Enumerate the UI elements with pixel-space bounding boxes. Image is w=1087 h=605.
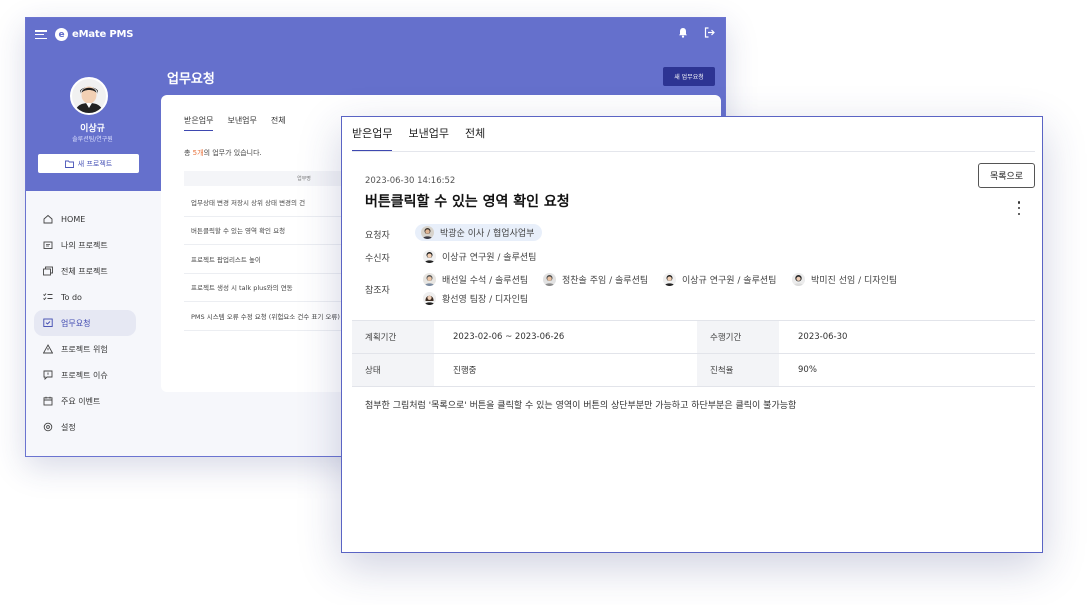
hamburger-menu-icon[interactable]: [35, 30, 47, 39]
request-count: 총 5개의 업무가 있습니다.: [184, 149, 262, 157]
requester-label: 요청자: [365, 231, 390, 241]
avatar: [423, 250, 436, 263]
sidebar-item-label: 전체 프로젝트: [61, 266, 108, 276]
sidebar-item-all-projects[interactable]: 전체 프로젝트: [34, 258, 154, 284]
sidebar-item-work-request[interactable]: 업무요청: [34, 310, 136, 336]
avatar: [70, 77, 108, 115]
cc-chip[interactable]: 박미진 선임 / 디자인팀: [792, 273, 897, 286]
avatar: [792, 273, 805, 286]
sidebar-item-label: 업무요청: [61, 318, 91, 328]
sidebar-item-label: 프로젝트 이슈: [61, 370, 108, 380]
gear-icon: [43, 422, 53, 432]
cc-name: 박미진 선임 / 디자인팀: [811, 276, 898, 286]
info-table: 계획기간 2023-02-06 ~ 2023-06-26 수행기간 2023-0…: [352, 320, 1035, 387]
new-project-button[interactable]: 새 프로젝트: [38, 154, 139, 173]
cc-chip[interactable]: 배선일 수석 / 솔루션팀: [423, 273, 528, 286]
avatar: [543, 273, 556, 286]
table-row: 계획기간 2023-02-06 ~ 2023-06-26 수행기간 2023-0…: [352, 321, 1035, 354]
cc-chip[interactable]: 황선영 팀장 / 디자인팀: [423, 292, 528, 305]
sidebar-item-key-events[interactable]: 주요 이벤트: [34, 388, 154, 414]
tab-sent[interactable]: 보낸업무: [227, 115, 256, 131]
new-project-label: 새 프로젝트: [77, 159, 113, 168]
checklist-icon: [43, 292, 53, 302]
sidebar-item-todo[interactable]: To do: [34, 284, 154, 310]
sidebar-item-my-projects[interactable]: 나의 프로젝트: [34, 232, 154, 258]
request-icon: [43, 318, 53, 328]
sidebar-item-project-issue[interactable]: 프로젝트 이슈: [34, 362, 154, 388]
user-name: 이상규: [80, 124, 105, 134]
user-role: 솔루션팀/연구원: [72, 136, 113, 143]
requester-chip[interactable]: 박광순 이사 / 협업사업부: [415, 224, 543, 241]
bell-icon[interactable]: [678, 27, 688, 38]
sidebar-item-label: 설정: [61, 422, 76, 432]
request-tabs: 받은업무 보낸업무 전체: [184, 115, 286, 131]
tab-sent[interactable]: 보낸업무: [408, 125, 448, 152]
issue-icon: [43, 370, 53, 380]
receiver-chip[interactable]: 이상규 연구원 / 솔루션팀: [423, 250, 536, 263]
requester-name: 박광순 이사 / 협업사업부: [440, 229, 535, 239]
sidebar-item-label: 나의 프로젝트: [61, 240, 108, 250]
avatar: [421, 226, 434, 239]
table-row: 상태 진행중 진척율 90%: [352, 354, 1035, 387]
back-to-list-button[interactable]: 목록으로: [978, 163, 1035, 188]
divider: [352, 151, 1035, 152]
sidebar-item-label: 주요 이벤트: [61, 396, 101, 406]
receiver-label: 수신자: [365, 254, 390, 264]
folders-icon: [43, 266, 53, 276]
status-label: 상태: [352, 354, 434, 386]
warning-icon: [43, 344, 53, 354]
logout-icon[interactable]: [704, 27, 715, 38]
exec-period-value: 2023-06-30: [798, 332, 848, 342]
plan-period-label: 계획기간: [352, 321, 434, 353]
profile-panel: 이상규 솔루션팀/연구원 새 프로젝트: [26, 51, 159, 191]
sidebar: 이상규 솔루션팀/연구원 새 프로젝트 HOME 나의 프로젝트 전체 프로젝트: [26, 51, 159, 456]
sidebar-nav: HOME 나의 프로젝트 전체 프로젝트 To do 업무요청 프로젝트 위험: [34, 206, 154, 440]
status-value: 진행중: [453, 366, 477, 376]
more-vertical-icon[interactable]: [1015, 201, 1023, 215]
folder-icon: [43, 240, 53, 250]
progress-value: 90%: [798, 365, 817, 375]
cc-name: 배선일 수석 / 솔루션팀: [442, 276, 529, 286]
tab-received[interactable]: 받은업무: [184, 115, 214, 131]
progress-label: 진척율: [697, 354, 779, 386]
request-datetime: 2023-06-30 14:16:52: [365, 176, 456, 186]
detail-tabs: 받은업무 보낸업무 전체: [352, 125, 485, 152]
sidebar-item-label: HOME: [61, 214, 86, 224]
request-description: 첨부한 그림처럼 '목록으로' 버튼을 클릭할 수 있는 영역이 버튼의 상단부…: [365, 401, 797, 411]
folder-plus-icon: [64, 160, 74, 168]
home-icon: [43, 214, 53, 224]
cc-name: 정찬솔 주임 / 솔루션팀: [562, 276, 649, 286]
avatar: [423, 273, 436, 286]
cc-name: 이상규 연구원 / 솔루션팀: [682, 276, 777, 286]
receiver-name: 이상규 연구원 / 솔루션팀: [442, 253, 537, 263]
cc-name: 황선영 팀장 / 디자인팀: [442, 295, 529, 305]
request-title: 버튼클릭할 수 있는 영역 확인 요청: [365, 194, 570, 210]
top-bar: e eMate PMS: [26, 18, 725, 51]
sidebar-item-home[interactable]: HOME: [34, 206, 154, 232]
sidebar-item-settings[interactable]: 설정: [34, 414, 154, 440]
new-request-button[interactable]: 새 업무요청: [663, 67, 715, 86]
emate-logo-icon: e: [55, 28, 68, 41]
request-detail-window: 받은업무 보낸업무 전체 2023-06-30 14:16:52 버튼클릭할 수…: [341, 116, 1043, 553]
exec-period-label: 수행기간: [697, 321, 779, 353]
page-title: 업무요청: [167, 72, 215, 87]
plan-period-value: 2023-02-06 ~ 2023-06-26: [453, 332, 565, 342]
cc-chip[interactable]: 정찬솔 주임 / 솔루션팀: [543, 273, 648, 286]
brand-name: eMate PMS: [72, 29, 134, 40]
tab-all[interactable]: 전체: [271, 115, 286, 131]
sidebar-item-project-risk[interactable]: 프로젝트 위험: [34, 336, 154, 362]
tab-all[interactable]: 전체: [465, 125, 485, 152]
count-number: 5개: [192, 149, 204, 157]
calendar-icon: [43, 396, 53, 406]
cc-chip[interactable]: 이상규 연구원 / 솔루션팀: [663, 273, 776, 286]
cc-label: 참조자: [365, 286, 390, 296]
sidebar-item-label: 프로젝트 위험: [61, 344, 108, 354]
avatar: [423, 292, 436, 305]
avatar: [663, 273, 676, 286]
tab-received[interactable]: 받은업무: [352, 125, 393, 152]
sidebar-item-label: To do: [61, 292, 82, 302]
